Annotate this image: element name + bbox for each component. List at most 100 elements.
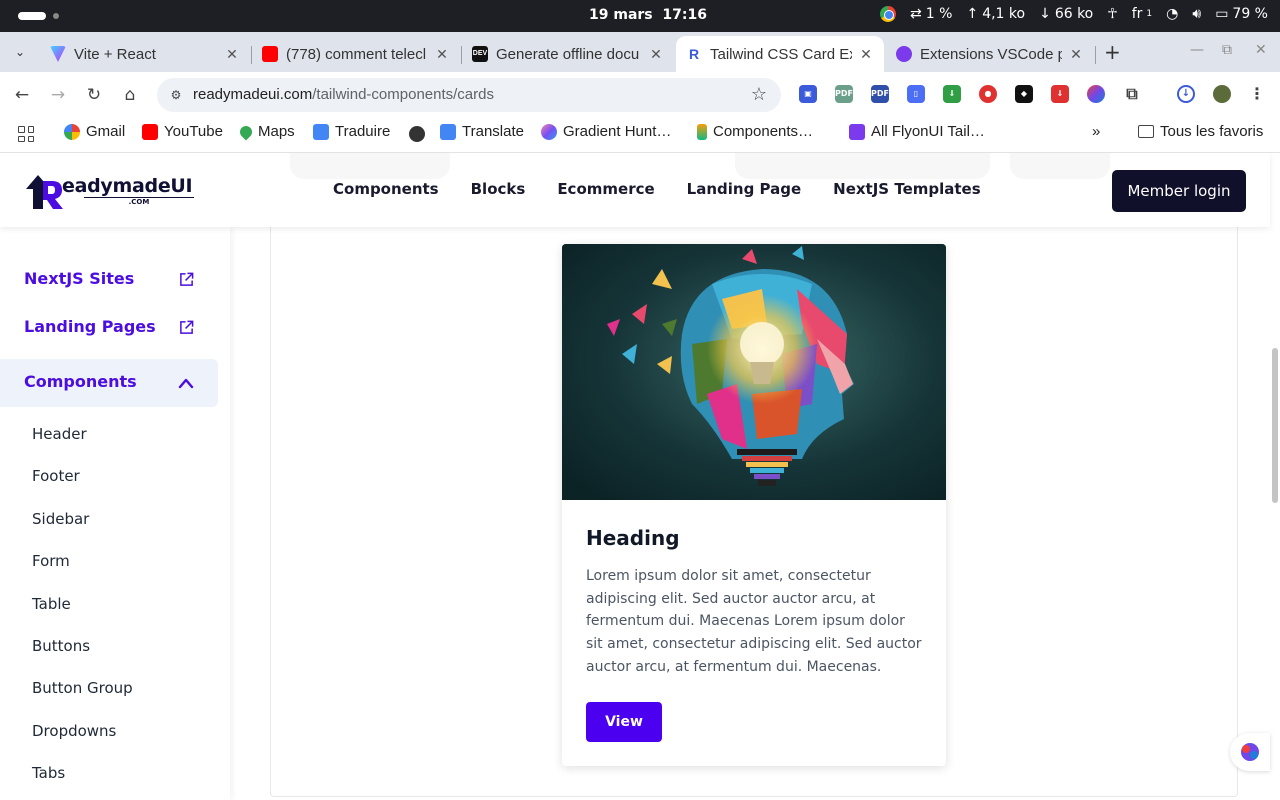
forward-button[interactable]: → [48,85,68,105]
bookmark-star-icon[interactable]: ☆ [751,84,767,105]
minimize-button[interactable]: — [1190,42,1204,58]
close-icon[interactable]: ✕ [224,46,240,63]
home-button[interactable]: ⌂ [120,85,140,105]
puzzle-icon[interactable]: ⧉ [1123,85,1141,103]
nav-blocks[interactable]: Blocks [471,180,526,198]
volume-icon[interactable]: 🔊︎ [1192,6,1201,22]
bookmark-traduire[interactable]: Traduire [313,123,390,140]
sidebar-link-landing-pages[interactable]: Landing Pages [24,317,156,336]
nav-ecommerce[interactable]: Ecommerce [557,180,654,198]
sidebar-item-dropdowns[interactable]: Dropdowns [32,722,116,740]
maps-pin-icon [237,123,255,140]
translate-icon [440,123,456,140]
external-link-icon[interactable] [179,320,194,335]
avatar[interactable] [1213,85,1231,103]
maximize-button[interactable]: ⧉ [1222,42,1232,58]
sidebar-item-form[interactable]: Form [32,552,70,570]
flyonui-icon [849,123,865,140]
floating-brain-button[interactable] [1230,733,1270,771]
pdf-tool-extension-icon[interactable]: PDF [871,85,889,103]
pdf-extension-icon[interactable]: PDF [835,85,853,103]
download-indicator: ↓ 66 ko [1039,6,1094,22]
sidebar-item-footer[interactable]: Footer [32,467,80,485]
back-button[interactable]: ← [12,85,32,105]
bookmarks-bar: Gmail YouTube Maps Traduire Translate Gr… [0,117,1280,153]
close-icon[interactable]: ✕ [858,46,874,63]
cpu-indicator: ⇄ 1 % [910,6,953,22]
bookmark-components[interactable]: Components… [697,123,813,140]
download-status-icon[interactable]: ↓ [1177,85,1195,103]
folder-icon [1138,125,1154,138]
chrome-icon[interactable] [880,6,897,22]
nav-landing-page[interactable]: Landing Page [687,180,802,198]
video-download-extension-icon[interactable]: ⇓ [1051,85,1069,103]
site-logo[interactable]: eadymadeUI .COM [24,171,194,211]
tab-tailwind-card[interactable]: R Tailwind CSS Card Ex ✕ [676,36,884,72]
logo-subtext: .COM [84,197,194,207]
bookmark-gradient-hunt[interactable]: Gradient Hunt… [541,123,671,140]
sidebar-item-header[interactable]: Header [32,425,87,443]
nav-nextjs-templates[interactable]: NextJS Templates [833,180,981,198]
card-heading: Heading [586,526,680,550]
site-info-icon[interactable]: ⚙ [167,86,185,104]
sidebar-item-table[interactable]: Table [32,595,71,613]
card: Heading Lorem ipsum dolor sit amet, cons… [562,244,946,766]
language-indicator[interactable]: fr 1 [1132,6,1152,22]
tab-youtube[interactable]: (778) comment telecl ✕ [252,36,460,72]
close-window-button[interactable]: ✕ [1255,42,1267,58]
sidebar-item-sidebar[interactable]: Sidebar [32,510,89,528]
clock[interactable]: 19 mars 17:16 [589,7,707,23]
wifi-icon[interactable]: ◔ [1166,6,1178,22]
browser-toolbar: ← → ↻ ⌂ ⚙ readymadeui.com/tailwind-compo… [0,72,1280,117]
copy-extension-icon[interactable]: ▯ [907,85,925,103]
extensions-icon [896,46,912,62]
reload-button[interactable]: ↻ [84,85,104,105]
tab-dev[interactable]: DEV Generate offline docu ✕ [462,36,674,72]
new-tab-button[interactable]: + [1104,40,1121,64]
logo-text: eadymadeUI [62,175,193,197]
sidebar-item-buttons[interactable]: Buttons [32,637,90,655]
all-bookmarks-folder[interactable]: Tous les favoris [1138,123,1263,140]
download-extension-icon[interactable]: ⇓ [943,85,961,103]
sidebar-link-nextjs-sites[interactable]: NextJS Sites [24,269,134,288]
bookmark-gmail[interactable]: Gmail [64,123,125,140]
menu-kebab-icon[interactable]: ⋮ [1248,85,1266,103]
battery-indicator[interactable]: ▭ 79 % [1215,6,1268,22]
adblock-extension-icon[interactable]: ● [979,85,997,103]
tab-extensions-vscode[interactable]: Extensions VSCode p ✕ [886,36,1094,72]
bookmarks-overflow-button[interactable]: » [1092,123,1100,140]
brain-extension-icon[interactable] [1087,85,1105,103]
accessibility-icon[interactable]: ☥ [1107,6,1117,22]
os-status-bar: 19 mars 17:16 ⇄ 1 % ↑ 4,1 ko ↓ 66 ko ☥ fr… [0,0,1280,32]
tab-search-button[interactable]: ⌄ [10,42,30,62]
bookmark-youtube[interactable]: YouTube [142,123,223,140]
bookmark-globe[interactable] [409,126,425,142]
member-login-button[interactable]: Member login [1112,170,1246,212]
sidebar-item-tabs[interactable]: Tabs [32,764,65,782]
close-icon[interactable]: ✕ [434,46,450,63]
save-extension-icon[interactable]: ▣ [799,85,817,103]
view-button[interactable]: View [586,702,662,742]
close-icon[interactable]: ✕ [1068,46,1084,63]
page-scrollbar[interactable] [1272,348,1278,503]
globe-icon [409,126,425,142]
bookmark-flyonui[interactable]: All FlyonUI Tail… [849,123,985,140]
sidebar-item-button-group[interactable]: Button Group [32,679,133,697]
workspace-indicator[interactable] [18,12,46,20]
bookmark-maps[interactable]: Maps [237,123,295,140]
chevron-up-icon[interactable] [178,376,194,390]
workspace-dot[interactable] [53,13,59,19]
apps-grid-icon[interactable] [18,126,34,142]
close-icon[interactable]: ✕ [648,46,664,63]
tab-vite-react[interactable]: Vite + React ✕ [40,36,250,72]
sidebar-group-components[interactable]: Components [0,359,218,407]
upload-indicator: ↑ 4,1 ko [966,6,1026,22]
nav-components[interactable]: Components [333,180,439,198]
address-bar[interactable]: ⚙ readymadeui.com/tailwind-components/ca… [157,78,781,112]
dark-extension-icon[interactable]: ◆ [1015,85,1033,103]
readymadeui-icon: R [686,46,702,62]
bookmark-translate[interactable]: Translate [440,123,524,140]
youtube-icon [142,123,158,140]
components-icon [697,123,707,140]
external-link-icon[interactable] [179,272,194,287]
